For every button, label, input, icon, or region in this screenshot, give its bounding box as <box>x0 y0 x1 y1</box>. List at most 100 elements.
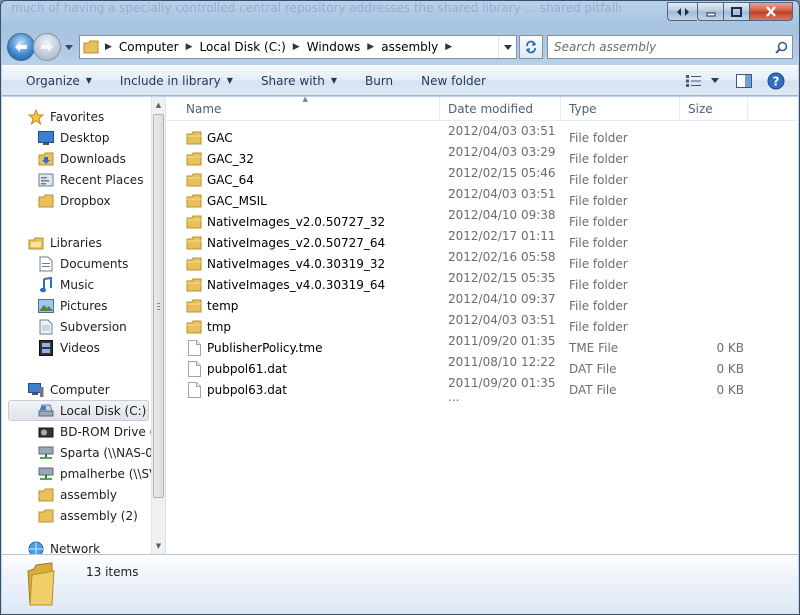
file-name: NativeImages_v4.0.30319_32 <box>207 256 386 271</box>
nav-item-videos[interactable]: Videos <box>2 337 151 358</box>
nav-item-pmalherbe[interactable]: pmalherbe (\\SVI <box>2 463 151 484</box>
folder-icon <box>186 319 202 335</box>
breadcrumb-separator[interactable]: ▶ <box>102 42 115 52</box>
nav-item-downloads[interactable]: Downloads <box>2 148 151 169</box>
change-view-button[interactable] <box>680 69 708 93</box>
libraries-icon <box>28 235 44 251</box>
nav-network[interactable]: Network <box>2 538 151 554</box>
column-header-type-label: Type <box>569 102 597 116</box>
nav-item-documents[interactable]: Documents <box>2 253 151 274</box>
new-folder-button[interactable]: New folder <box>407 69 500 93</box>
nav-item-bd-rom[interactable]: BD-ROM Drive (E <box>2 421 151 442</box>
preview-pane-button[interactable] <box>730 69 758 93</box>
breadcrumb-computer[interactable]: Computer <box>115 36 183 58</box>
nav-item-sparta[interactable]: Sparta (\\NAS-01 <box>2 442 151 463</box>
scrollbar-thumb[interactable] <box>153 114 164 498</box>
nav-item-assembly-2[interactable]: assembly (2) <box>2 505 151 526</box>
nav-libraries[interactable]: Libraries <box>2 232 151 253</box>
nav-item-subversion[interactable]: Subversion <box>2 316 151 337</box>
computer-icon <box>28 382 44 398</box>
column-headers: ▲ Name Date modified Type Size <box>166 95 798 121</box>
breadcrumb-separator[interactable]: ▶ <box>442 42 455 52</box>
column-header-date-label: Date modified <box>448 102 534 116</box>
nav-item-desktop[interactable]: Desktop <box>2 127 151 148</box>
nav-computer[interactable]: Computer <box>2 379 151 400</box>
snap-button[interactable] <box>667 2 697 21</box>
network-drive-icon <box>38 445 54 461</box>
file-name-cell: NativeImages_v4.0.30319_32 <box>166 256 440 272</box>
column-header-date[interactable]: Date modified <box>440 97 561 121</box>
nav-item-dropbox[interactable]: Dropbox <box>2 190 151 211</box>
address-history-dropdown[interactable] <box>498 36 516 58</box>
nav-item-local-disk[interactable]: Local Disk (C:) <box>8 400 149 421</box>
back-button[interactable] <box>7 33 35 61</box>
nav-favorites[interactable]: Favorites <box>2 106 151 127</box>
address-row: ▶ Computer ▶ Local Disk (C:) ▶ Windows ▶… <box>7 33 793 61</box>
nav-item-assembly[interactable]: assembly <box>2 484 151 505</box>
file-type: File folder <box>569 235 628 250</box>
file-size: 0 KB <box>716 382 744 397</box>
include-in-library-button[interactable]: Include in library ▼ <box>106 69 247 93</box>
close-icon <box>766 6 776 17</box>
file-icon <box>186 339 202 356</box>
file-type: File folder <box>569 256 628 271</box>
breadcrumb-separator[interactable]: ▶ <box>290 42 303 52</box>
column-header-name[interactable]: ▲ Name <box>166 95 440 121</box>
search-box[interactable] <box>547 35 793 59</box>
nav-libraries-label: Libraries <box>50 235 102 250</box>
file-size: 0 KB <box>716 340 744 355</box>
recent-pages-dropdown[interactable] <box>63 37 75 57</box>
maximize-button[interactable] <box>723 2 749 21</box>
breadcrumb-local-disk[interactable]: Local Disk (C:) <box>196 36 290 58</box>
file-row[interactable]: pubpol63.dat 2011/09/20 01:35 ... DAT File… <box>166 376 798 404</box>
nav-item-label: Dropbox <box>60 193 111 208</box>
breadcrumb-separator[interactable]: ▶ <box>364 42 377 52</box>
refresh-button[interactable] <box>519 35 543 59</box>
network-icon <box>28 541 44 554</box>
breadcrumb-windows[interactable]: Windows <box>303 36 365 58</box>
forward-button[interactable] <box>33 33 61 61</box>
scroll-up-arrow-icon[interactable]: ▲ <box>152 97 165 113</box>
downloads-folder-icon <box>38 151 54 167</box>
file-name-cell: GAC_32 <box>166 151 440 167</box>
explorer-body: Favorites Desktop Downloads Recent Place… <box>2 95 798 554</box>
column-header-type[interactable]: Type <box>561 97 680 121</box>
breadcrumb-separator[interactable]: ▶ <box>183 42 196 52</box>
address-bar[interactable]: ▶ Computer ▶ Local Disk (C:) ▶ Windows ▶… <box>79 35 517 59</box>
nav-item-label: Videos <box>60 340 100 355</box>
caption-buttons <box>667 2 793 21</box>
share-with-button[interactable]: Share with ▼ <box>247 69 351 93</box>
file-name-cell: temp <box>166 298 440 314</box>
navigation-scrollbar[interactable]: ▲ ▼ <box>151 97 165 554</box>
chevron-down-icon: ▼ <box>226 76 233 85</box>
scroll-down-arrow-icon[interactable]: ▼ <box>152 538 165 554</box>
music-note-icon <box>38 276 54 293</box>
folder-icon <box>80 36 102 58</box>
pictures-icon <box>38 298 54 314</box>
help-button[interactable]: ? <box>762 69 790 93</box>
organize-button[interactable]: Organize ▼ <box>12 69 106 93</box>
nav-item-music[interactable]: Music <box>2 274 151 295</box>
file-name: GAC_64 <box>207 172 254 187</box>
nav-item-pictures[interactable]: Pictures <box>2 295 151 316</box>
nav-network-label: Network <box>50 541 101 555</box>
search-input[interactable] <box>548 37 770 57</box>
file-name-cell: tmp <box>166 319 440 335</box>
file-name: GAC <box>207 130 233 145</box>
subversion-icon <box>38 319 54 335</box>
burn-button[interactable]: Burn <box>351 69 407 93</box>
nav-item-recent-places[interactable]: Recent Places <box>2 169 151 190</box>
chevron-down-icon <box>503 44 512 50</box>
file-name: NativeImages_v4.0.30319_64 <box>207 277 386 292</box>
minimize-button[interactable] <box>697 2 723 21</box>
snap-icon <box>676 7 689 16</box>
search-icon[interactable] <box>770 41 792 54</box>
column-header-size[interactable]: Size <box>680 97 748 121</box>
view-options-dropdown[interactable] <box>708 69 722 93</box>
nav-favorites-label: Favorites <box>50 109 105 124</box>
close-button[interactable] <box>749 2 793 21</box>
file-type: File folder <box>569 130 628 145</box>
item-count: 13 items <box>86 565 139 579</box>
breadcrumb-assembly[interactable]: assembly <box>377 36 442 58</box>
